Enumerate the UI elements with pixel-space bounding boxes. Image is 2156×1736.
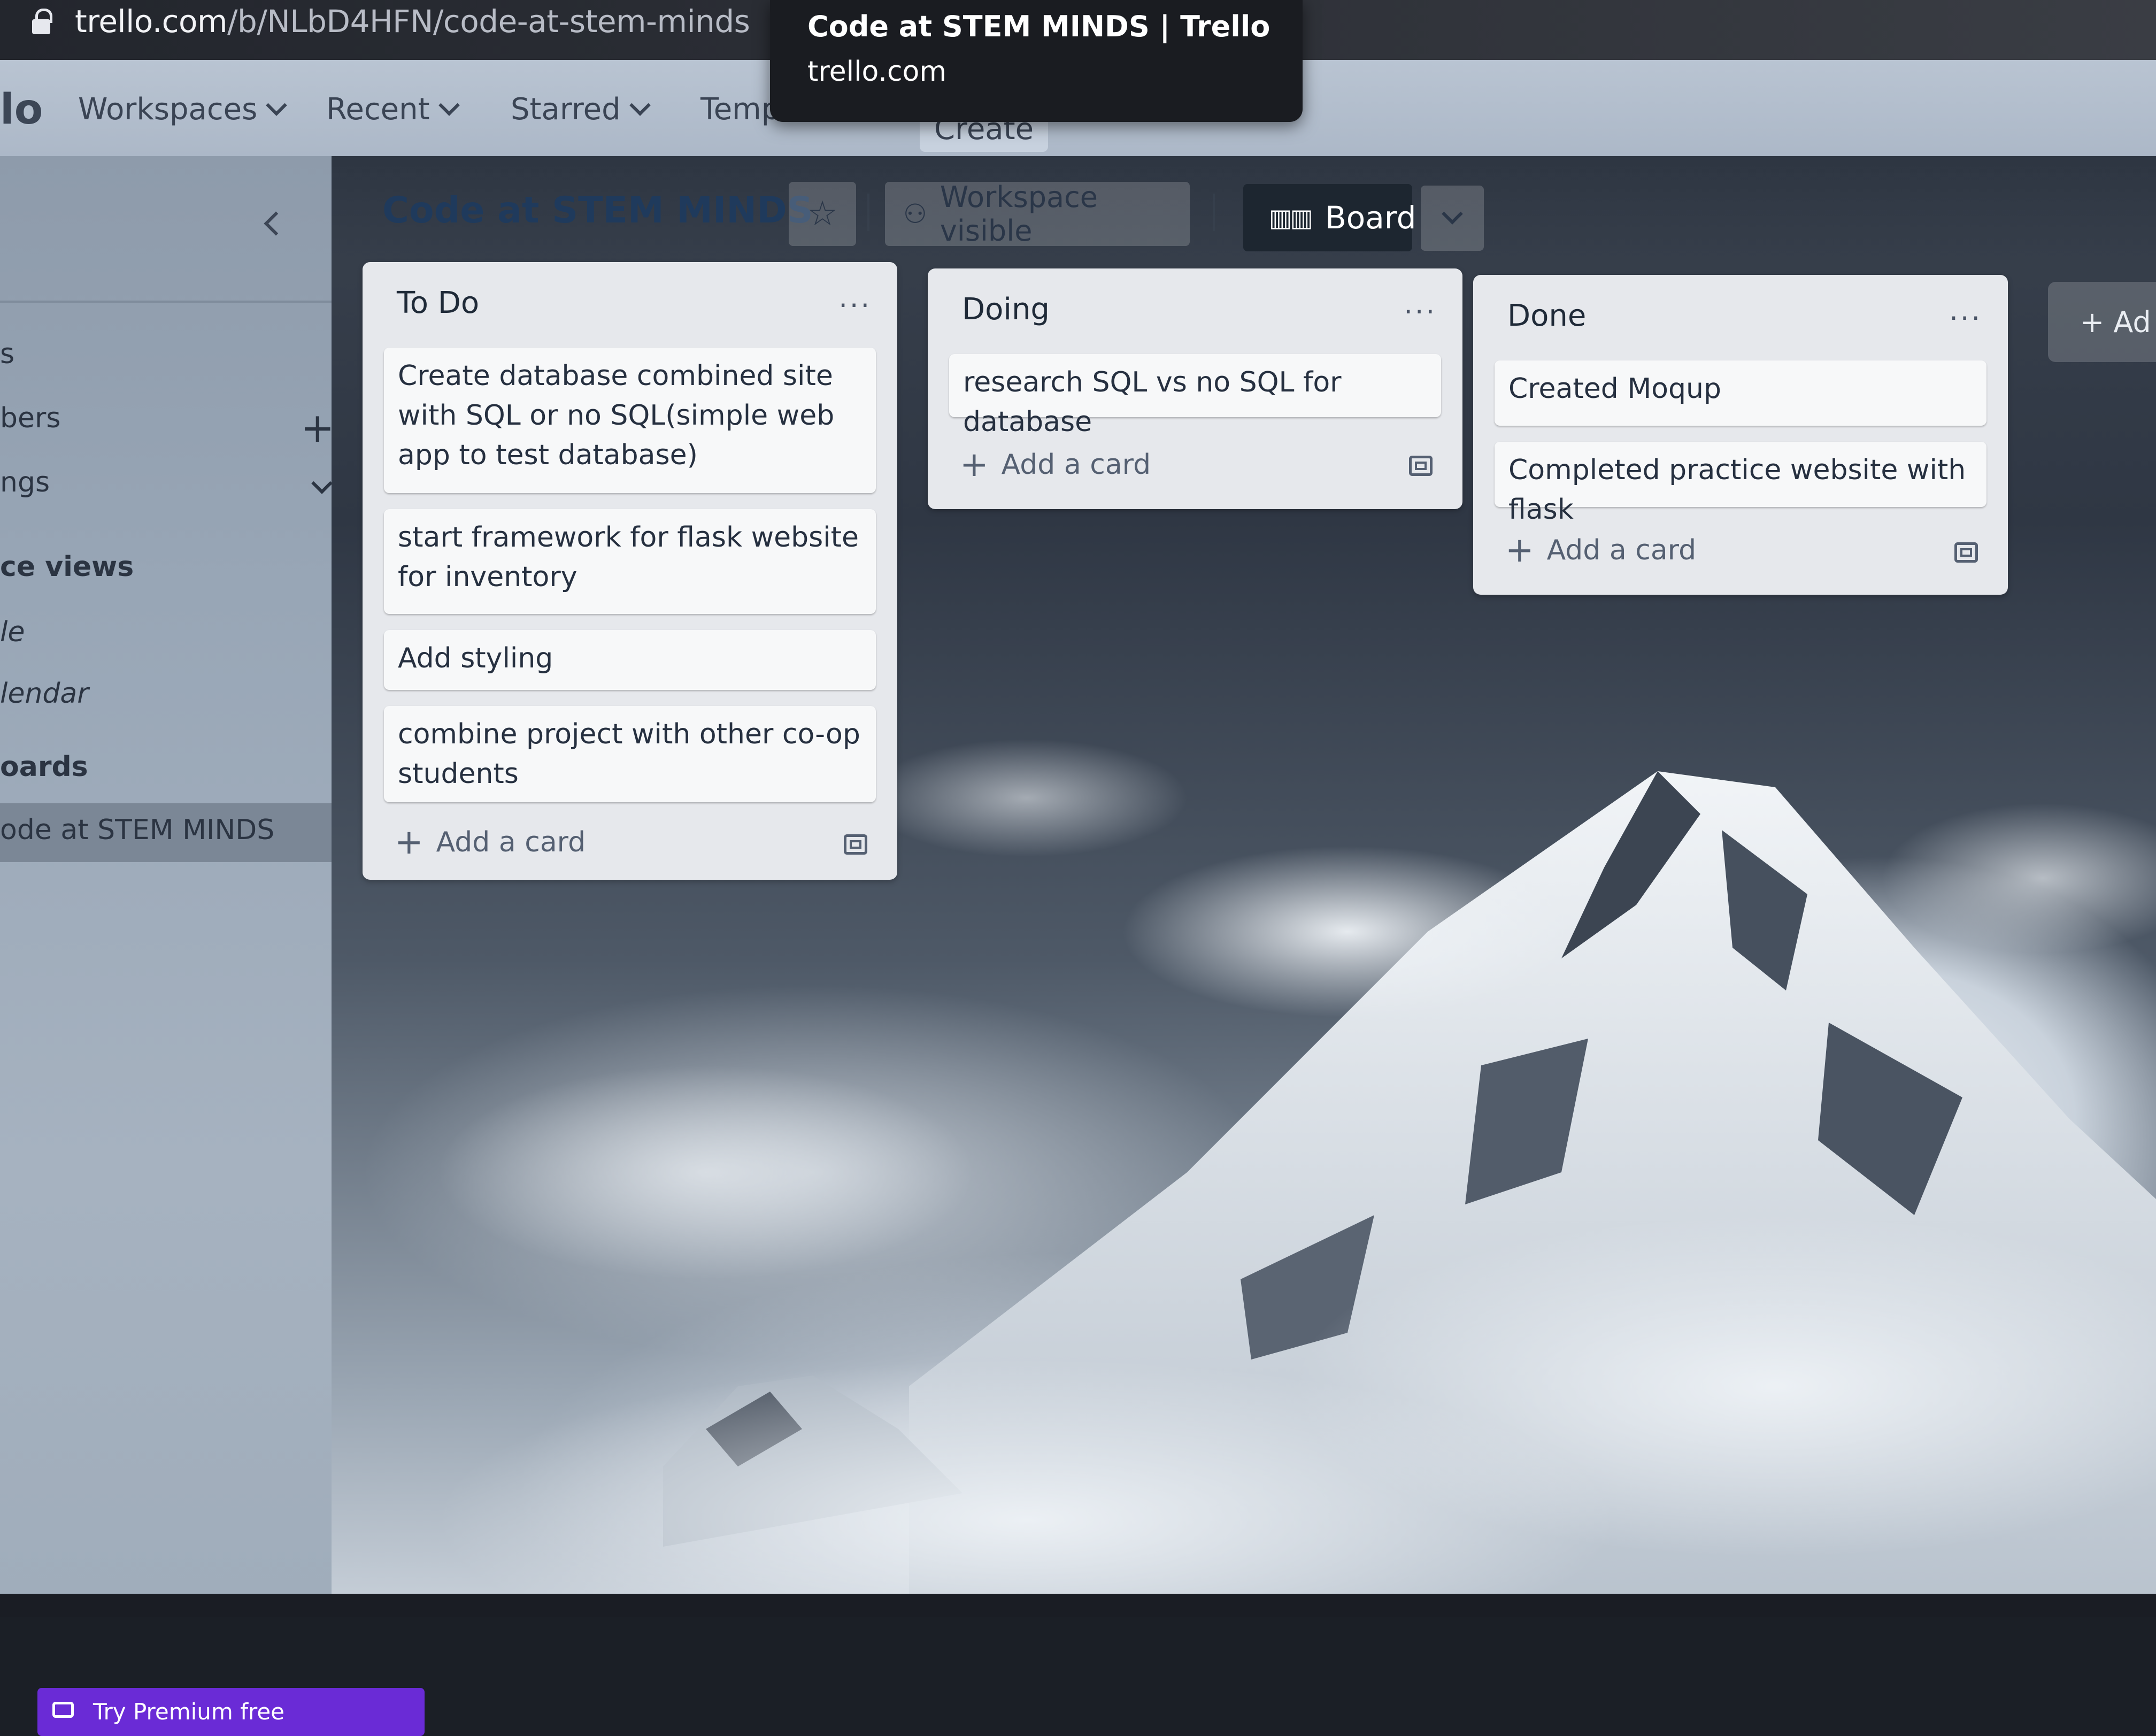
card-template-icon[interactable] bbox=[1954, 542, 1978, 563]
tooltip-subtitle: trello.com bbox=[807, 56, 946, 88]
workspace-sidebar: s bers + ngs ce views le lendar oards + … bbox=[0, 156, 425, 1736]
lock-icon bbox=[32, 9, 52, 34]
list-todo: To Do ··· Create database combined site … bbox=[363, 262, 897, 880]
plus-icon: + bbox=[960, 445, 989, 485]
card[interactable]: Create database combined site with SQL o… bbox=[384, 348, 876, 493]
list-title[interactable]: Doing bbox=[962, 292, 1050, 327]
premium-label: Try Premium free bbox=[93, 1699, 285, 1725]
board-canvas: Code at STEM MINDS ☆ ⚇ Workspace visible… bbox=[332, 156, 2156, 1617]
workspace-visible-button[interactable]: ⚇ Workspace visible bbox=[885, 180, 1190, 248]
chevron-down-icon bbox=[438, 94, 460, 116]
plus-icon: + bbox=[1505, 531, 1534, 570]
sidebar-item-boards[interactable]: s bbox=[0, 338, 14, 370]
add-card-button[interactable]: + Add a card bbox=[1505, 531, 1696, 570]
sidebar-board-link[interactable]: ode at STEM MINDS bbox=[0, 814, 274, 846]
star-icon: ☆ bbox=[807, 194, 838, 234]
sidebar-item-settings[interactable]: ngs bbox=[0, 466, 50, 498]
list-title[interactable]: To Do bbox=[397, 286, 479, 320]
url-text[interactable]: trello.com/b/NLbD4HFN/code-at-stem-minds bbox=[75, 0, 750, 43]
chevron-down-icon[interactable] bbox=[311, 473, 333, 494]
add-card-label: Add a card bbox=[436, 826, 586, 858]
sidebar-item-table[interactable]: le bbox=[0, 616, 25, 648]
add-card-label: Add a card bbox=[1546, 534, 1697, 566]
board-title[interactable]: Code at STEM MINDS bbox=[382, 189, 813, 232]
try-premium-button[interactable]: Try Premium free bbox=[37, 1688, 425, 1736]
plus-icon[interactable]: + bbox=[301, 408, 335, 448]
nav-workspaces-label: Workspaces bbox=[78, 92, 258, 127]
card[interactable]: combine project with other co-op student… bbox=[384, 706, 876, 802]
os-taskbar bbox=[0, 1594, 2156, 1617]
visibility-label: Workspace visible bbox=[940, 180, 1098, 248]
list-menu-icon[interactable]: ··· bbox=[1949, 303, 1982, 335]
card[interactable]: start framework for flask website for in… bbox=[384, 509, 876, 614]
header-separator bbox=[1213, 194, 1215, 231]
board-icon: ▥▥ bbox=[1269, 203, 1313, 232]
nav-recent[interactable]: Recent bbox=[326, 92, 460, 127]
card[interactable]: Completed practice website with flask bbox=[1495, 442, 1986, 526]
sidebar-section-views: ce views bbox=[0, 551, 134, 583]
sidebar-section-boards: oards bbox=[0, 751, 88, 783]
nav-starred[interactable]: Starred bbox=[511, 92, 651, 127]
nav-recent-label: Recent bbox=[326, 92, 430, 127]
chevron-down-icon bbox=[266, 94, 288, 116]
chevron-down-icon bbox=[1442, 203, 1463, 225]
add-card-label: Add a card bbox=[1001, 449, 1151, 481]
card[interactable]: Created Moqup bbox=[1495, 360, 1986, 426]
trello-logo[interactable]: lo bbox=[0, 86, 43, 134]
sidebar-divider bbox=[0, 301, 342, 303]
card-template-icon[interactable] bbox=[1409, 456, 1433, 476]
url-path: /b/NLbD4HFN/code-at-stem-minds bbox=[227, 3, 750, 40]
people-icon: ⚇ bbox=[903, 198, 927, 229]
view-switcher-button[interactable] bbox=[1421, 186, 1484, 251]
nav-workspaces[interactable]: Workspaces bbox=[78, 92, 288, 127]
list-menu-icon[interactable]: ··· bbox=[1404, 296, 1437, 328]
sidebar-item-members[interactable]: bers bbox=[0, 402, 60, 434]
star-button[interactable]: ☆ bbox=[789, 182, 856, 246]
board-view-label: Board bbox=[1325, 199, 1416, 236]
sidebar-item-calendar[interactable]: lendar bbox=[0, 678, 89, 710]
collapse-sidebar-icon[interactable] bbox=[264, 211, 288, 236]
add-list-button[interactable]: + Ad bbox=[2048, 282, 2156, 362]
nav-starred-label: Starred bbox=[511, 92, 621, 127]
list-menu-icon[interactable]: ··· bbox=[838, 290, 872, 322]
add-list-label: + Ad bbox=[2080, 305, 2151, 339]
add-card-button[interactable]: + Add a card bbox=[960, 445, 1151, 485]
list-done: Done ··· Created Moqup Completed practic… bbox=[1473, 275, 2008, 595]
tab-tooltip: Code at STEM MINDS | Trello trello.com bbox=[770, 0, 1303, 122]
list-title[interactable]: Done bbox=[1507, 298, 1586, 333]
board-view-button[interactable]: ▥▥ Board bbox=[1243, 184, 1416, 251]
card[interactable]: Add styling bbox=[384, 630, 876, 690]
card[interactable]: research SQL vs no SQL for database bbox=[949, 354, 1441, 438]
header-separator bbox=[867, 194, 869, 231]
chevron-down-icon bbox=[629, 94, 651, 116]
add-card-button[interactable]: + Add a card bbox=[395, 823, 586, 862]
card-template-icon[interactable] bbox=[844, 834, 867, 855]
list-doing: Doing ··· research SQL vs no SQL for dat… bbox=[928, 268, 1462, 509]
url-host: trello.com bbox=[75, 3, 228, 40]
plus-icon: + bbox=[395, 823, 424, 862]
briefcase-icon bbox=[52, 1702, 74, 1718]
tooltip-title: Code at STEM MINDS | Trello bbox=[807, 10, 1270, 43]
